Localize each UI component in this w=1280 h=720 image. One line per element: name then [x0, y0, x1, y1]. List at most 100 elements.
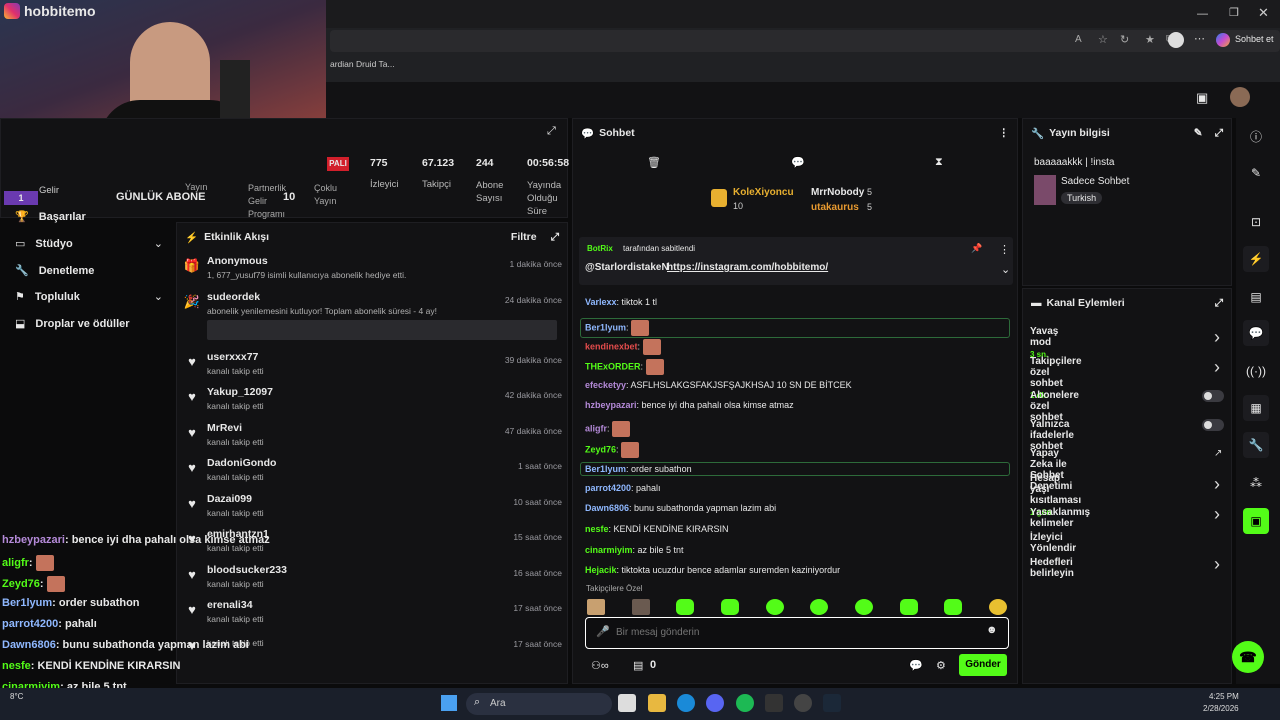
event-user[interactable]: DadoniGondo — [207, 457, 276, 469]
layout-icon[interactable]: ▦ — [1243, 395, 1269, 421]
nav-item-achievements[interactable]: 🏆 Başarılar — [15, 210, 86, 224]
app-icon[interactable]: ▣ — [1243, 508, 1269, 534]
chat-username[interactable]: aligfr — [585, 423, 607, 433]
event-user[interactable]: MrRevi — [207, 422, 264, 434]
toggle-switch[interactable] — [1202, 419, 1224, 431]
top-gifter-2[interactable]: MrrNobody — [811, 187, 864, 198]
emote-button[interactable] — [810, 599, 829, 615]
info-icon[interactable]: ⓘ — [1243, 123, 1269, 149]
emote-button[interactable] — [587, 599, 605, 615]
toggle-switch[interactable] — [1202, 390, 1224, 402]
bolt-icon[interactable]: ⚡ — [1243, 246, 1269, 272]
chat-username[interactable]: nesfe — [585, 524, 609, 534]
filter-button[interactable]: Filtre — [511, 231, 537, 243]
windows-start-icon[interactable] — [441, 695, 457, 711]
category-name[interactable]: Sadece Sohbet — [1061, 176, 1129, 187]
wrench-icon[interactable]: 🔧 — [1243, 432, 1269, 458]
chat-bubble-icon[interactable]: 💬 — [791, 156, 805, 169]
more-icon[interactable]: ⋯ — [1194, 32, 1205, 45]
emote-button[interactable] — [854, 599, 873, 615]
chevron-right-icon[interactable]: › — [1214, 474, 1220, 495]
chat-username[interactable]: Varlexx — [585, 297, 617, 307]
taskbar-search[interactable]: ⌕ Ara — [466, 693, 612, 715]
channel-action[interactable]: Yavaş mod 3 sn. — [1030, 326, 1058, 359]
top-gifter-1[interactable]: KoleXiyoncu — [733, 187, 794, 198]
popout-icon[interactable]: ⤢ — [1215, 127, 1223, 140]
points-icon[interactable]: ⚇∞ — [591, 659, 609, 672]
gift-icon[interactable]: ▣ — [1196, 90, 1208, 106]
steam-icon[interactable] — [823, 694, 841, 712]
spotify-icon[interactable] — [736, 694, 754, 712]
emote-button[interactable] — [765, 599, 784, 615]
minimize-icon[interactable]: — — [1197, 8, 1208, 20]
chat-username[interactable]: Zeyd76 — [585, 444, 616, 454]
more-vertical-icon[interactable]: ⋮ — [999, 127, 1010, 139]
channel-action[interactable]: Yasaklanmış kelimeler — [1030, 507, 1090, 529]
file-explorer-icon[interactable] — [648, 694, 666, 712]
bookmark-item[interactable]: ardian Druid Ta... — [330, 59, 395, 69]
edit-pencil-icon[interactable]: ✎ — [1243, 160, 1269, 186]
weather-temp[interactable]: 8°C — [10, 692, 23, 701]
close-icon[interactable]: ✕ — [1258, 5, 1269, 21]
clock-date[interactable]: 2/28/2026 — [1203, 704, 1239, 713]
external-link-icon[interactable]: ↗ — [1214, 448, 1222, 459]
obs-icon[interactable] — [794, 694, 812, 712]
chat-username[interactable]: THExORDER — [585, 361, 641, 371]
pinned-link[interactable]: https://instagram.com/hobbitemo/ — [667, 262, 828, 273]
emote-button[interactable] — [631, 599, 650, 615]
help-support-icon[interactable]: ☎ — [1232, 641, 1264, 673]
profile-avatar[interactable] — [1168, 32, 1184, 48]
refresh-icon[interactable]: ↻ — [1120, 33, 1129, 46]
nav-item-community[interactable]: ⚑ Topluluk ⌄ — [15, 290, 163, 304]
popout-icon[interactable]: ⤢ — [551, 231, 559, 244]
channel-action[interactable]: İzleyici Yönlendir — [1030, 532, 1076, 554]
chat-bubble-icon[interactable]: 💬 — [909, 659, 923, 672]
pin-icon[interactable]: 📌 — [971, 243, 982, 254]
edit-pencil-icon[interactable]: ✎ — [1194, 127, 1203, 139]
chevron-right-icon[interactable]: › — [1214, 357, 1220, 378]
trash-icon[interactable]: 🗑 — [647, 156, 661, 169]
settings-gear-icon[interactable]: ⚙ — [936, 659, 946, 672]
copilot-label[interactable]: Sohbet et — [1235, 34, 1274, 44]
task-view-icon[interactable] — [618, 694, 636, 712]
chat-input-box[interactable]: 🎤 ☻ — [585, 617, 1009, 649]
chat-username[interactable]: Ber1lyum — [585, 322, 626, 332]
edge-icon[interactable] — [677, 694, 695, 712]
document-icon[interactable]: ▤ — [1243, 284, 1269, 310]
nav-item-drops[interactable]: ⬓ Droplar ve ödüller — [15, 317, 130, 331]
share-icon[interactable]: ⁂ — [1243, 470, 1269, 496]
chevron-down-icon[interactable]: ⌄ — [1001, 263, 1010, 276]
read-aloud-icon[interactable]: A — [1075, 34, 1082, 45]
channel-action[interactable]: Hedefleri belirleyin — [1030, 557, 1074, 579]
discord-icon[interactable] — [706, 694, 724, 712]
emote-button[interactable] — [676, 599, 695, 615]
emote-button[interactable] — [988, 599, 1007, 615]
clock-time[interactable]: 4:25 PM — [1209, 692, 1239, 701]
top-gifter-3[interactable]: utakaurus — [811, 202, 859, 213]
maximize-icon[interactable]: ❐ — [1229, 6, 1239, 19]
event-user[interactable]: userxxx77 — [207, 351, 264, 363]
favorite-star-icon[interactable]: ☆ — [1098, 33, 1108, 46]
address-bar[interactable]: A ☆ ↻ ★ ⧉ ⋯ Sohbet et — [330, 30, 1280, 52]
chest-icon[interactable]: ▤ — [633, 659, 643, 672]
chevron-right-icon[interactable]: › — [1214, 554, 1220, 575]
emote-button[interactable] — [944, 599, 963, 615]
event-user[interactable]: Dazai099 — [207, 493, 264, 505]
chat-input[interactable] — [616, 623, 976, 641]
broadcast-icon[interactable]: ((·)) — [1243, 358, 1269, 384]
microphone-icon[interactable]: 🎤 — [596, 625, 610, 638]
terminal-icon[interactable] — [765, 694, 783, 712]
hourglass-icon[interactable]: ⧗ — [935, 156, 943, 169]
event-user[interactable]: Anonymous — [207, 255, 406, 267]
event-user[interactable]: Yakup_12097 — [207, 386, 273, 398]
copilot-icon[interactable] — [1216, 33, 1230, 47]
chat-username[interactable]: Dawn6806 — [585, 503, 629, 513]
chat-username[interactable]: efecketyy — [585, 380, 626, 390]
send-button[interactable]: Gönder — [959, 654, 1007, 676]
chevron-right-icon[interactable]: › — [1214, 504, 1220, 525]
emote-button[interactable] — [720, 599, 739, 615]
pinned-message[interactable]: BotRix tarafından sabitlendi 📌 ⋮ @Starlo… — [579, 237, 1013, 285]
emote-button[interactable] — [899, 599, 918, 615]
more-vertical-icon[interactable]: ⋮ — [999, 243, 1010, 256]
chevron-right-icon[interactable]: › — [1214, 327, 1220, 348]
